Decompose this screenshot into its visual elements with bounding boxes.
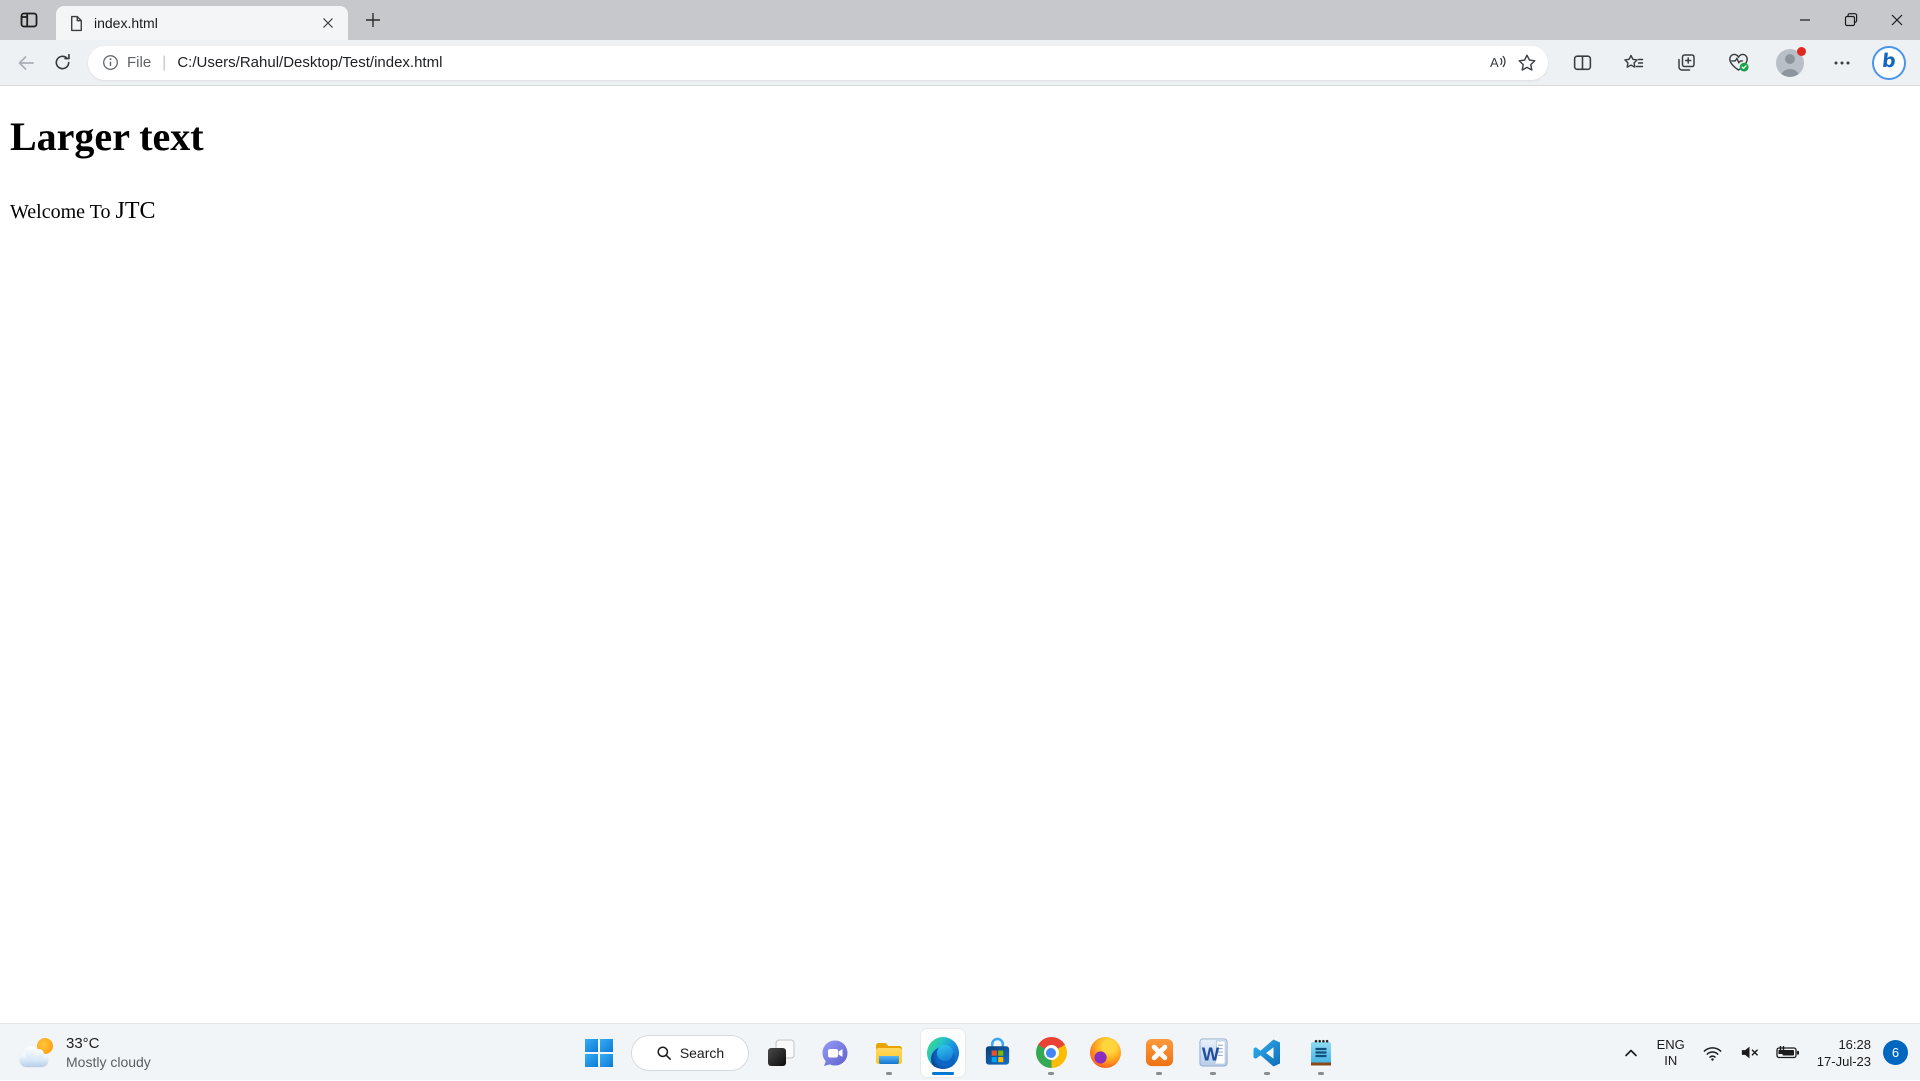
tray-chevron-button[interactable] [1615, 1031, 1647, 1075]
back-button[interactable] [8, 46, 44, 80]
favorites-button[interactable] [1614, 46, 1654, 80]
notepad-icon [1306, 1038, 1336, 1068]
bing-chat-button[interactable]: b [1872, 46, 1906, 80]
edge-button[interactable] [921, 1029, 965, 1077]
browser-window: index.html [0, 0, 1920, 1023]
taskbar-search[interactable]: Search [631, 1035, 749, 1071]
tray-date: 17-Jul-23 [1817, 1053, 1871, 1070]
tab-strip: index.html [0, 0, 1920, 40]
page-icon [68, 15, 85, 32]
language-line2: IN [1657, 1053, 1685, 1069]
welcome-text: Welcome To JTC [10, 198, 1920, 225]
address-bar[interactable]: File | C:/Users/Rahul/Desktop/Test/index… [88, 46, 1548, 80]
vscode-icon [1252, 1038, 1282, 1068]
running-indicator [886, 1072, 892, 1075]
url-text[interactable]: C:/Users/Rahul/Desktop/Test/index.html [177, 54, 1482, 71]
running-indicator [1048, 1072, 1054, 1075]
window-controls [1782, 0, 1920, 40]
refresh-button[interactable] [44, 46, 80, 80]
page-content: Larger text Welcome To JTC [0, 86, 1920, 1023]
taskbar-center: Search [577, 1024, 1343, 1081]
bing-chat-icon: b [1881, 52, 1897, 73]
tab-actions-menu-icon [19, 10, 39, 30]
running-indicator [1264, 1072, 1270, 1075]
page-heading: Larger text [10, 113, 1920, 160]
split-screen-button[interactable] [1562, 46, 1602, 80]
weather-temperature: 33°C [66, 1034, 151, 1053]
settings-more-button[interactable] [1822, 46, 1862, 80]
file-explorer-button[interactable] [867, 1029, 911, 1077]
profile-notification-dot [1797, 47, 1806, 56]
chrome-icon [1036, 1037, 1067, 1068]
wifi-icon [1702, 1042, 1723, 1063]
taskbar: 33°C Mostly cloudy Search [0, 1023, 1920, 1080]
word-button[interactable]: W [1191, 1029, 1235, 1077]
vscode-button[interactable] [1245, 1029, 1289, 1077]
browser-tab-active[interactable]: index.html [56, 6, 348, 40]
weather-condition: Mostly cloudy [66, 1053, 151, 1071]
info-icon[interactable] [102, 54, 119, 71]
notification-count-badge[interactable]: 6 [1883, 1040, 1908, 1065]
read-aloud-button[interactable]: A [1482, 48, 1512, 78]
volume-muted-icon [1739, 1042, 1760, 1063]
system-tray: ENGIN 16:2817 [1615, 1024, 1912, 1081]
svg-text:A: A [1490, 55, 1499, 70]
edge-icon [927, 1037, 959, 1069]
language-line1: ENG [1657, 1037, 1685, 1053]
tab-close-button[interactable] [316, 11, 340, 35]
browser-essentials-button[interactable] [1718, 46, 1758, 80]
battery-button[interactable] [1769, 1031, 1807, 1075]
close-window-button[interactable] [1874, 0, 1920, 40]
search-label: Search [680, 1045, 724, 1061]
network-button[interactable] [1695, 1031, 1730, 1075]
minimize-button[interactable] [1782, 0, 1828, 40]
chat-icon [820, 1038, 850, 1068]
new-tab-button[interactable] [356, 3, 390, 37]
search-icon [656, 1045, 672, 1061]
profile-button[interactable] [1770, 46, 1810, 80]
scheme-label: File [127, 54, 151, 71]
volume-button[interactable] [1732, 1031, 1767, 1075]
word-icon: W [1198, 1037, 1229, 1068]
chrome-button[interactable] [1029, 1029, 1073, 1077]
welcome-prefix: Welcome To [10, 201, 115, 223]
weather-widget[interactable]: 33°C Mostly cloudy [12, 1024, 159, 1081]
tray-chevron-icon [1622, 1044, 1640, 1062]
task-view-button[interactable] [759, 1029, 803, 1077]
file-explorer-icon [873, 1037, 905, 1069]
notepad-button[interactable] [1299, 1029, 1343, 1077]
task-view-icon [766, 1038, 796, 1068]
weather-icon [20, 1037, 56, 1069]
collections-button[interactable] [1666, 46, 1706, 80]
browser-toolbar: File | C:/Users/Rahul/Desktop/Test/index… [0, 40, 1920, 86]
tab-title: index.html [94, 15, 307, 31]
xampp-button[interactable] [1137, 1029, 1181, 1077]
windows-start-icon [584, 1038, 614, 1068]
running-indicator [1210, 1072, 1216, 1075]
running-indicator [1156, 1072, 1162, 1075]
favorite-star-button[interactable] [1512, 48, 1542, 78]
microsoft-store-button[interactable] [975, 1029, 1019, 1077]
firefox-icon [1090, 1037, 1121, 1068]
battery-icon [1776, 1042, 1800, 1063]
restore-button[interactable] [1828, 0, 1874, 40]
start-button[interactable] [577, 1029, 621, 1077]
svg-text:W: W [1201, 1043, 1219, 1064]
running-indicator [1318, 1072, 1324, 1075]
welcome-emphasis: JTC [115, 198, 155, 224]
chat-button[interactable] [813, 1029, 857, 1077]
xampp-icon [1144, 1037, 1175, 1068]
language-indicator[interactable]: ENGIN [1649, 1031, 1693, 1075]
url-separator: | [162, 54, 166, 72]
clock[interactable]: 16:2817-Jul-23 [1809, 1031, 1879, 1075]
active-indicator [932, 1072, 954, 1075]
firefox-button[interactable] [1083, 1029, 1127, 1077]
store-icon [982, 1037, 1013, 1068]
tray-time: 16:28 [1817, 1036, 1871, 1053]
tab-actions-menu-button[interactable] [12, 3, 46, 37]
